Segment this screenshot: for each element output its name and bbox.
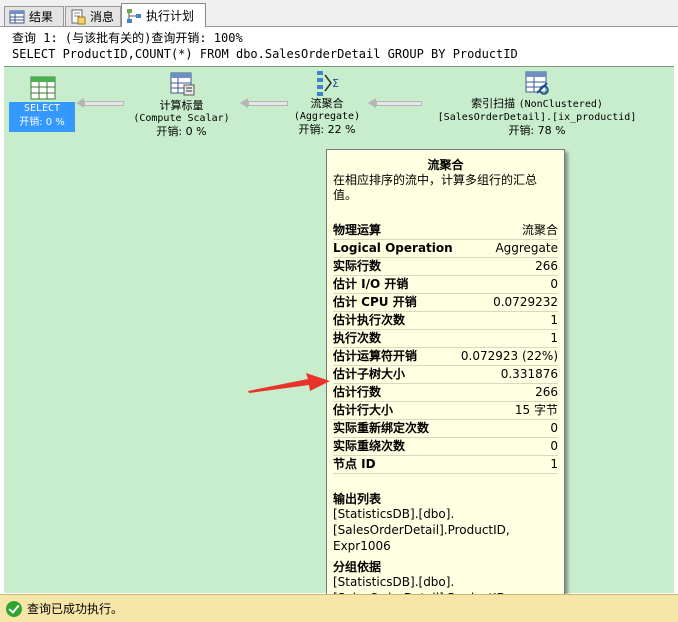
stream-aggregate-cost: 开销: 22 % — [298, 123, 356, 136]
plan-icon — [126, 8, 142, 24]
index-scan-label: 索引扫描 — [471, 97, 516, 110]
index-scan-cost: 开销: 78 % — [508, 124, 566, 137]
flow-arrow-index-aggregate — [376, 101, 422, 106]
plan-node-select-icon-wrap[interactable] — [26, 75, 60, 103]
tooltip-text-line: Expr1006 — [333, 539, 391, 553]
flow-arrow-aggregate-compute — [248, 101, 288, 106]
tooltip-property-value: 0.0729232 — [493, 295, 558, 309]
query-header: 查询 1: (与该批有关的)查询开销: 100% SELECT ProductI… — [4, 28, 672, 66]
grid-icon — [9, 9, 25, 25]
index-scan-icon — [523, 69, 551, 95]
tooltip-property-name: 实际行数 — [333, 259, 382, 273]
tooltip-property-row: Logical Operation Aggregate — [333, 240, 558, 258]
success-check-icon — [6, 600, 22, 617]
select-icon — [29, 75, 57, 101]
plan-node-select[interactable]: SELECT 开销: 0 % — [9, 102, 75, 132]
message-icon — [70, 9, 86, 25]
tooltip-property-value: 0 — [550, 421, 558, 435]
tooltip-property-row: 实际重绕次数 0 — [333, 438, 558, 456]
plan-node-stream-aggregate[interactable]: Σ 流聚合 (Aggregate) 开销: 22 % — [285, 69, 369, 136]
tooltip-property-name: 估计 I/O 开销 — [333, 277, 409, 291]
tab-execution-plan[interactable]: 执行计划 — [121, 3, 206, 27]
plan-node-compute-scalar[interactable]: 计算标量 (Compute Scalar) 开销: 0 % — [124, 71, 239, 138]
tooltip-property-row: 物理运算 流聚合 — [333, 222, 558, 240]
result-tabs: 结果 消息 执行计划 — [0, 0, 678, 27]
stream-aggregate-icon: Σ — [313, 69, 341, 96]
tooltip-property-row: 执行次数 1 — [333, 330, 558, 348]
query-cost-line: 查询 1: (与该批有关的)查询开销: 100% — [12, 31, 243, 45]
tooltip-property-name: 节点 ID — [333, 457, 376, 471]
tooltip-property-name: 执行次数 — [333, 331, 382, 345]
tooltip-property-value: 1 — [550, 313, 558, 327]
tooltip-property-row: 估计运算符开销 0.072923 (22%) — [333, 348, 558, 366]
tooltip-property-row: 估计行大小 15 字节 — [333, 402, 558, 420]
tooltip-title: 流聚合 — [427, 158, 464, 172]
tooltip-property-name: 估计运算符开销 — [333, 349, 418, 363]
status-bar: 查询已成功执行。 — [0, 594, 678, 622]
tooltip-property-value: 流聚合 — [521, 223, 558, 237]
tooltip-property-row: 估计执行次数 1 — [333, 312, 558, 330]
status-text: 查询已成功执行。 — [27, 602, 124, 616]
tooltip-property-value: Aggregate — [495, 241, 558, 255]
flow-arrow-head — [240, 98, 248, 108]
tooltip-property-value: 0 — [550, 277, 558, 291]
stream-aggregate-label: 流聚合 — [310, 97, 344, 110]
tooltip-property-name: 实际重绕次数 — [333, 439, 406, 453]
tooltip-property-value: 0.331876 — [500, 367, 558, 381]
compute-scalar-cost: 开销: 0 % — [156, 125, 207, 138]
compute-scalar-label: 计算标量 — [159, 99, 204, 112]
compute-scalar-icon — [168, 71, 196, 97]
tooltip-property-row: 估计 I/O 开销 0 — [333, 276, 558, 294]
tooltip-output-list: [StatisticsDB].[dbo]. [SalesOrderDetail].… — [333, 506, 558, 554]
index-scan-label-row: 索引扫描 (NonClustered) — [426, 97, 648, 111]
tooltip-text-line: [SalesOrderDetail].ProductID, — [333, 523, 510, 537]
tooltip-property-name: 估计 CPU 开销 — [333, 295, 417, 309]
tooltip-property-value: 0.072923 (22%) — [460, 349, 558, 363]
tooltip-property-row: 估计行数 266 — [333, 384, 558, 402]
flow-arrow-head — [368, 98, 376, 108]
select-node-label: SELECT — [23, 103, 61, 114]
query-sql-text: SELECT ProductID,COUNT(*) FROM dbo.Sales… — [12, 47, 518, 61]
tooltip-property-row: 实际行数 266 — [333, 258, 558, 276]
tooltip-output-title: 输出列表 — [333, 492, 382, 506]
tab-messages[interactable]: 消息 — [65, 6, 121, 26]
tab-execution-plan-label: 执行计划 — [146, 9, 195, 23]
tooltip-property-row: 实际重新绑定次数 0 — [333, 420, 558, 438]
select-node-cost: 开销: 0 % — [19, 117, 65, 128]
flow-arrow-head — [76, 98, 84, 108]
tooltip-text-line: [StatisticsDB].[dbo]. — [333, 507, 455, 521]
tab-results[interactable]: 结果 — [4, 6, 64, 26]
tooltip-group-title: 分组依据 — [333, 560, 382, 574]
tooltip-property-row: 估计 CPU 开销 0.0729232 — [333, 294, 558, 312]
tooltip-property-name: 估计执行次数 — [333, 313, 406, 327]
tooltip-property-name: 物理运算 — [333, 223, 382, 237]
tooltip-property-value: 1 — [550, 331, 558, 345]
tooltip-properties: 物理运算 流聚合 Logical Operation Aggregate 实际行数 266… — [333, 222, 558, 474]
operator-tooltip: 流聚合 在相应排序的流中，计算多组行的汇总值。 物理运算 流聚合 Logical O… — [326, 149, 565, 605]
tooltip-property-name: Logical Operation — [333, 241, 453, 255]
plan-node-index-scan[interactable]: 索引扫描 (NonClustered) [SalesOrderDetail].[… — [426, 69, 648, 137]
svg-text:Σ: Σ — [332, 77, 339, 90]
tooltip-property-value: 0 — [550, 439, 558, 453]
stream-aggregate-sub: (Aggregate) — [293, 111, 361, 122]
tooltip-property-name: 估计行大小 — [333, 403, 394, 417]
tooltip-text-line: [StatisticsDB].[dbo]. — [333, 575, 455, 589]
tooltip-property-value: 266 — [535, 385, 558, 399]
tooltip-property-name: 估计子树大小 — [333, 367, 406, 381]
tooltip-property-row: 估计子树大小 0.331876 — [333, 366, 558, 384]
annotation-arrow-icon — [246, 370, 332, 401]
tooltip-property-name: 实际重新绑定次数 — [333, 421, 430, 435]
tooltip-property-value: 15 字节 — [514, 403, 558, 417]
index-scan-type: (NonClustered) — [518, 99, 603, 110]
tooltip-property-value: 1 — [550, 457, 558, 471]
compute-scalar-sub: (Compute Scalar) — [133, 113, 230, 124]
tooltip-description: 在相应排序的流中，计算多组行的汇总值。 — [333, 173, 538, 202]
tab-results-label: 结果 — [29, 10, 54, 24]
flow-arrow-compute-select — [84, 101, 124, 106]
index-scan-object: [SalesOrderDetail].[ix_productid] — [437, 112, 637, 123]
tooltip-property-name: 估计行数 — [333, 385, 382, 399]
tooltip-property-value: 266 — [535, 259, 558, 273]
tab-messages-label: 消息 — [90, 10, 115, 24]
tooltip-property-row: 节点 ID 1 — [333, 456, 558, 474]
